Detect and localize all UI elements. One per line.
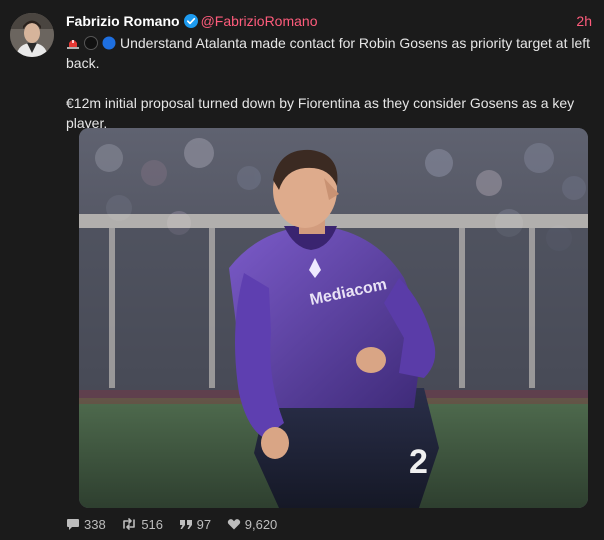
shirt-number-text: 2 [409, 443, 428, 481]
quote-icon [179, 520, 192, 529]
tweet-paragraph-1: Understand Atalanta made contact for Rob… [66, 33, 600, 73]
tweet-photo[interactable]: Mediacom 2 [79, 128, 588, 508]
author-name[interactable]: Fabrizio Romano [66, 13, 180, 29]
black-circle-icon [84, 35, 98, 50]
tweet-paragraph-2: €12m initial proposal turned down by Fio… [66, 95, 575, 131]
quote-count: 97 [196, 517, 212, 532]
reply-button[interactable]: 338 [66, 516, 106, 534]
heart-icon [227, 519, 240, 530]
retweet-button[interactable]: 516 [121, 516, 163, 534]
timestamp[interactable]: 2h [576, 11, 592, 31]
tweet-stats-bar: 338 516 97 9,620 [66, 516, 289, 534]
quote-button[interactable]: 97 [179, 516, 211, 534]
retweet-count: 516 [141, 517, 164, 532]
reply-count: 338 [84, 517, 106, 532]
reply-icon [67, 519, 79, 530]
author-handle[interactable]: @FabrizioRomano [201, 13, 318, 29]
siren-icon [66, 35, 80, 49]
author-avatar[interactable] [10, 13, 54, 57]
tweet-header: Fabrizio Romano @FabrizioRomano 2h [66, 11, 592, 31]
like-count: 9,620 [244, 517, 278, 532]
verified-badge-icon [183, 13, 198, 28]
retweet-icon [123, 518, 136, 530]
blue-circle-icon [102, 35, 116, 50]
tweet-paragraph-1-text: Understand Atalanta made contact for Rob… [66, 35, 591, 71]
like-button[interactable]: 9,620 [227, 516, 278, 534]
tweet-text: Understand Atalanta made contact for Rob… [66, 33, 600, 133]
